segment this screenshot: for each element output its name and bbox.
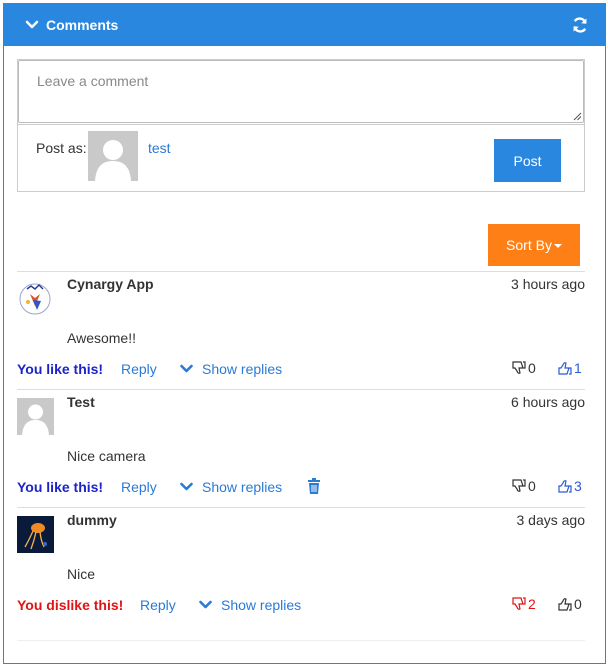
trash-icon[interactable] xyxy=(307,478,321,495)
dislike-button[interactable]: 0 xyxy=(511,478,536,494)
reaction-status: You dislike this! xyxy=(17,597,124,613)
like-button[interactable]: 3 xyxy=(557,478,582,494)
default-user-icon xyxy=(17,398,54,435)
comment-time: 3 days ago xyxy=(516,512,586,528)
resize-handle-icon[interactable] xyxy=(573,112,582,121)
refresh-icon[interactable] xyxy=(571,16,589,34)
comment-actions: You like this! Reply Show replies 0 1 xyxy=(17,360,585,380)
comment-time: 6 hours ago xyxy=(511,394,585,410)
show-replies-link[interactable]: Show replies xyxy=(199,597,301,613)
reply-link[interactable]: Reply xyxy=(140,597,176,613)
avatar xyxy=(17,398,54,435)
comment-actions: You dislike this! Reply Show replies 2 0 xyxy=(17,596,585,616)
avatar xyxy=(17,280,54,317)
reaction-status: You like this! xyxy=(17,479,104,495)
comment-actions: You like this! Reply Show replies 0 3 xyxy=(17,478,585,498)
comment-item: Cynargy App 3 hours ago Awesome!! You li… xyxy=(17,271,585,389)
chevron-down-icon xyxy=(199,600,212,609)
like-count: 1 xyxy=(574,360,582,376)
reply-link[interactable]: Reply xyxy=(121,479,157,495)
show-replies-link[interactable]: Show replies xyxy=(180,361,282,377)
post-as-row: Post as: test Post xyxy=(18,124,584,192)
comment-input[interactable] xyxy=(18,60,584,123)
reaction-status: You like this! xyxy=(17,361,104,377)
like-count: 0 xyxy=(574,596,582,612)
show-replies-label: Show replies xyxy=(221,597,302,613)
thumbs-up-icon xyxy=(558,598,572,611)
dislike-count: 0 xyxy=(528,360,536,376)
reply-link[interactable]: Reply xyxy=(121,361,157,377)
username-link[interactable]: test xyxy=(148,140,171,156)
chevron-down-icon[interactable] xyxy=(24,17,40,33)
dislike-button[interactable]: 2 xyxy=(511,596,536,612)
chevron-down-icon xyxy=(180,364,193,373)
chevron-down-icon xyxy=(180,482,193,491)
post-button[interactable]: Post xyxy=(494,139,561,182)
sort-by-label: Sort By xyxy=(506,237,552,253)
show-replies-label: Show replies xyxy=(202,479,283,495)
thumbs-up-icon xyxy=(558,480,572,493)
show-replies-link[interactable]: Show replies xyxy=(180,479,282,495)
comment-body: Awesome!! xyxy=(67,330,136,346)
comment-time: 3 hours ago xyxy=(511,276,585,292)
comment-item: Test 6 hours ago Nice camera You like th… xyxy=(17,389,585,507)
comment-composer: Post as: test Post xyxy=(17,59,585,192)
panel-title: Comments xyxy=(46,17,119,33)
comment-body: Nice xyxy=(67,566,96,582)
like-count: 3 xyxy=(574,478,582,494)
default-user-icon xyxy=(88,131,138,181)
thumbs-down-icon xyxy=(512,361,526,374)
comment-item: dummy 3 days ago Nice You dislike this! … xyxy=(17,507,585,625)
thumbs-down-icon xyxy=(512,597,526,610)
comment-author: Cynargy App xyxy=(67,276,154,292)
list-divider xyxy=(17,640,585,641)
dislike-count: 2 xyxy=(528,596,536,612)
caret-down-icon xyxy=(553,244,562,248)
avatar xyxy=(17,516,54,553)
like-button[interactable]: 1 xyxy=(557,360,582,376)
avatar xyxy=(88,131,138,181)
jellyfish-photo-icon xyxy=(17,516,54,553)
comment-author: dummy xyxy=(67,512,117,528)
show-replies-label: Show replies xyxy=(202,361,283,377)
post-as-label: Post as: xyxy=(36,140,87,156)
dislike-count: 0 xyxy=(528,478,536,494)
comment-body: Nice camera xyxy=(67,448,146,464)
panel-header[interactable]: Comments xyxy=(4,4,605,46)
comment-author: Test xyxy=(67,394,95,410)
dislike-button[interactable]: 0 xyxy=(511,360,536,376)
thumbs-up-icon xyxy=(558,362,572,375)
sort-by-button[interactable]: Sort By xyxy=(488,224,580,266)
cynargy-logo-icon xyxy=(17,280,54,317)
like-button[interactable]: 0 xyxy=(557,596,582,612)
thumbs-down-icon xyxy=(512,479,526,492)
